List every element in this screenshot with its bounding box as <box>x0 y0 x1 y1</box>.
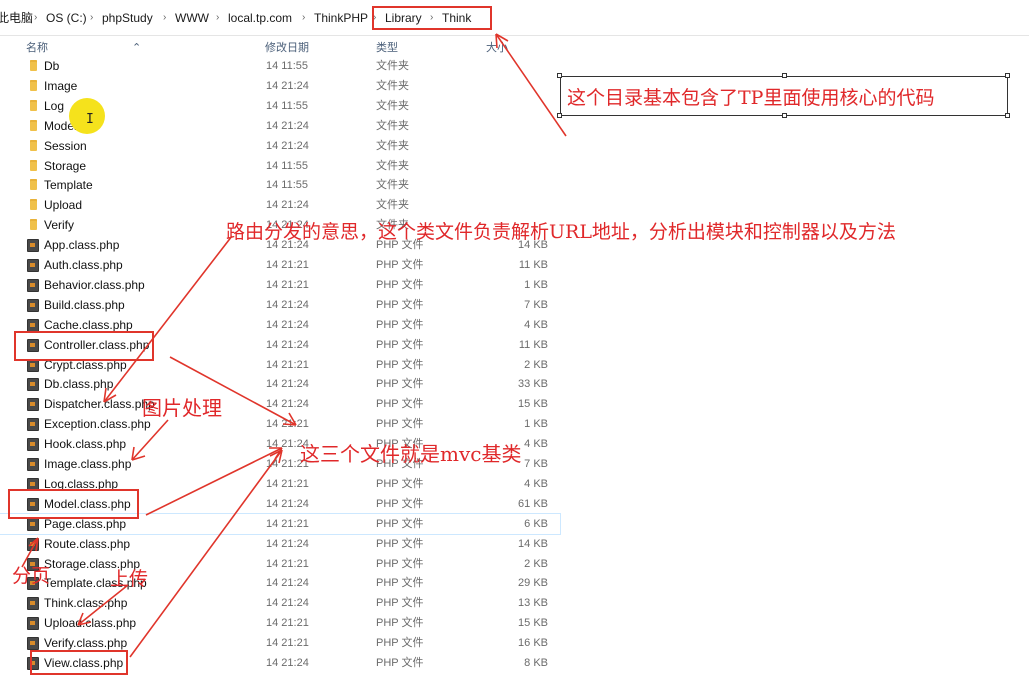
arrow-controller-mvc <box>169 356 297 426</box>
arrow-model-mvc <box>145 447 283 516</box>
arrow-to-page <box>21 537 39 568</box>
annotation-arrows <box>21 33 567 658</box>
arrow-to-image <box>131 419 169 461</box>
arrow-to-dispatcher <box>103 235 233 403</box>
arrow-head <box>28 537 39 552</box>
arrow-view-mvc <box>129 449 283 658</box>
file-explorer-window: 此电脑 › OS (C:) › phpStudy › WWW › local.t… <box>0 0 1029 676</box>
arrow-to-upload <box>77 584 129 626</box>
arrow-to-library <box>495 33 567 137</box>
